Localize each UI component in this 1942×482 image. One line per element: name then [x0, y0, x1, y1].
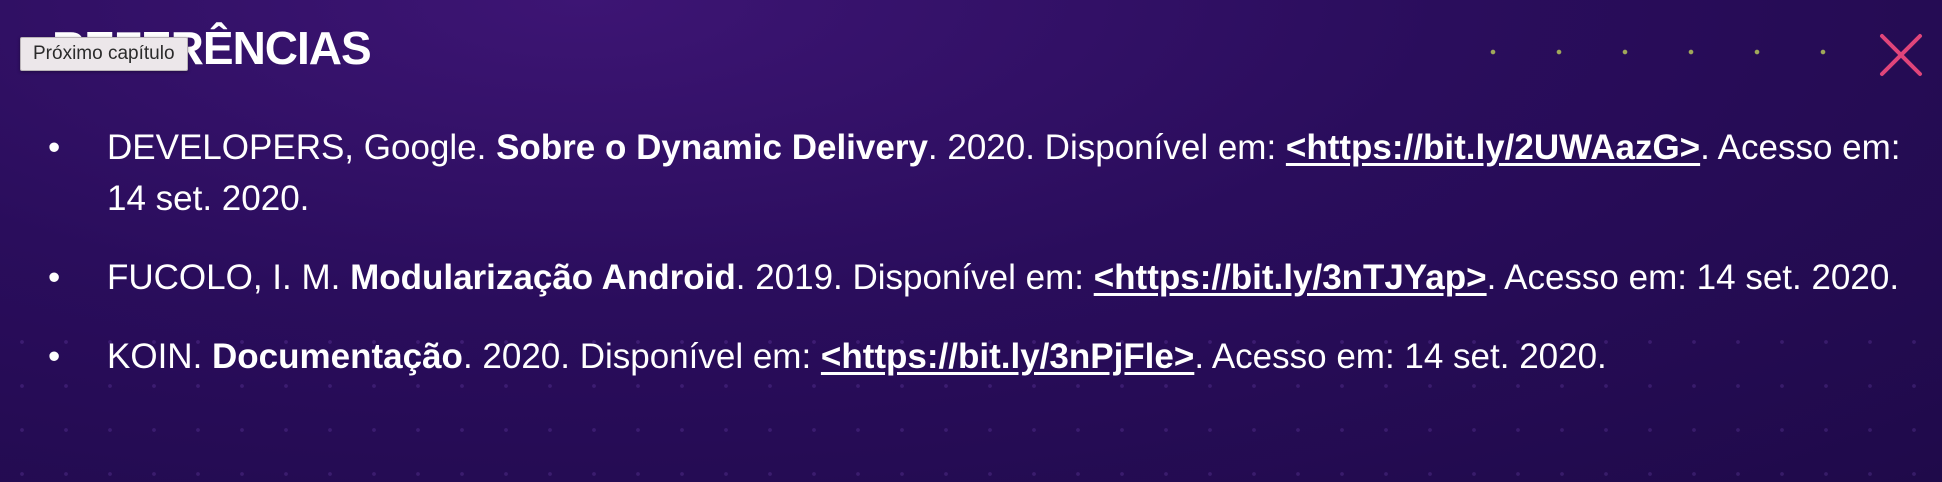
reference-link[interactable]: <https://bit.ly/3nPjFle>: [821, 337, 1194, 376]
reference-title: Modularização Android: [350, 258, 736, 297]
reference-details: . 2019. Disponível em:: [735, 258, 1094, 297]
reference-title: Sobre o Dynamic Delivery: [496, 128, 928, 167]
bullet: •: [48, 128, 61, 167]
reference-author: DEVELOPERS, Google.: [107, 128, 497, 167]
reference-author: KOIN.: [107, 337, 213, 376]
reference-access: . Acesso em: 14 set. 2020.: [1486, 258, 1900, 297]
reference-link[interactable]: <https://bit.ly/3nTJYap>: [1094, 258, 1487, 297]
bullet: •: [48, 337, 61, 376]
references-list: • DEVELOPERS, Google. Sobre o Dynamic De…: [0, 122, 1942, 410]
reference-author: FUCOLO, I. M.: [107, 258, 351, 297]
close-button[interactable]: [1878, 32, 1924, 78]
reference-item: • FUCOLO, I. M. Modularização Android. 2…: [0, 252, 1942, 303]
reference-item: • KOIN. Documentação. 2020. Disponível e…: [0, 331, 1942, 382]
reference-item: • DEVELOPERS, Google. Sobre o Dynamic De…: [0, 122, 1942, 224]
next-chapter-tooltip: Próximo capítulo: [20, 37, 188, 71]
close-icon: [1880, 34, 1922, 76]
reference-title: Documentação: [212, 337, 463, 376]
reference-access: . Acesso em: 14 set. 2020.: [1194, 337, 1607, 376]
reference-link[interactable]: <https://bit.ly/2UWAazG>: [1286, 128, 1700, 167]
reference-details: . 2020. Disponível em:: [462, 337, 821, 376]
reference-details: . 2020. Disponível em:: [927, 128, 1286, 167]
decorative-dot-row: [1460, 40, 1860, 64]
bullet: •: [48, 258, 61, 297]
